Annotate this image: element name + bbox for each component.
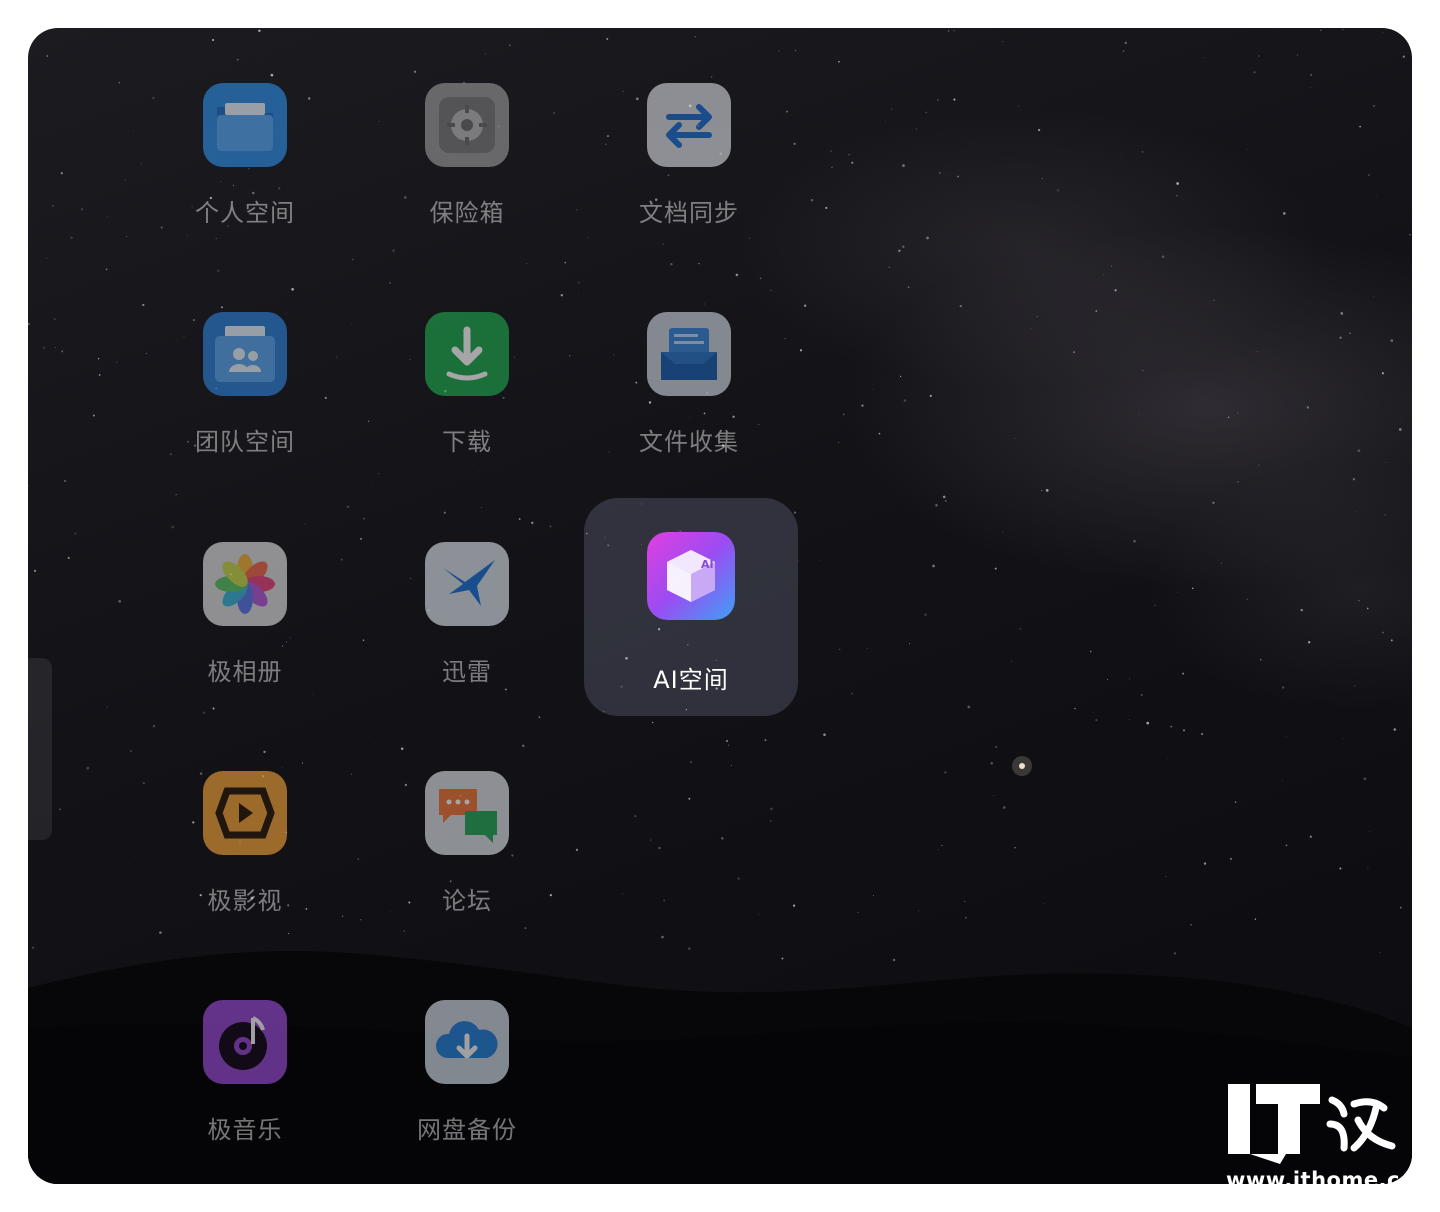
photo-flower-icon: [203, 542, 287, 626]
app-xunlei[interactable]: 迅雷: [367, 524, 567, 724]
file-tray-icon: [647, 312, 731, 396]
cloud-download-icon: [425, 1000, 509, 1084]
app-label: 团队空间: [195, 428, 295, 456]
app-label: 保险箱: [429, 199, 505, 227]
app-safe[interactable]: 保险箱: [367, 65, 567, 265]
app-label: 个人空间: [195, 199, 295, 227]
app-label: 极影视: [207, 887, 283, 915]
safe-icon: [425, 83, 509, 167]
app-label: AI空间: [653, 666, 729, 694]
app-label: 下载: [442, 428, 492, 456]
app-label: 文件收集: [639, 428, 739, 456]
sync-arrows-icon: [647, 83, 731, 167]
team-folder-icon: [203, 312, 287, 396]
app-label: 网盘备份: [417, 1116, 517, 1144]
chat-bubbles-icon: [425, 771, 509, 855]
ithome-watermark: www.ithome.com: [1226, 1080, 1437, 1200]
app-label: 论坛: [442, 887, 492, 915]
app-cloud-backup[interactable]: 网盘备份: [367, 982, 567, 1182]
app-download[interactable]: 下载: [367, 294, 567, 494]
ai-cube-icon: AI: [647, 532, 735, 620]
download-icon: [425, 312, 509, 396]
film-play-icon: [203, 771, 287, 855]
app-doc-sync[interactable]: 文档同步: [589, 65, 789, 265]
ithome-logo: [1228, 1084, 1396, 1164]
app-video[interactable]: 极影视: [145, 753, 345, 953]
nas-desktop: 个人空间 保险箱 文档同步 团队空间 下载 文件收集 极相册 迅雷 AI AI空…: [28, 28, 1412, 1184]
app-music[interactable]: 极音乐: [145, 982, 345, 1182]
app-label: 极音乐: [207, 1116, 283, 1144]
music-disc-icon: [203, 1000, 287, 1084]
app-team-space[interactable]: 团队空间: [145, 294, 345, 494]
app-ai-space[interactable]: AI AI空间: [584, 498, 798, 716]
app-photo-album[interactable]: 极相册: [145, 524, 345, 724]
app-file-collect[interactable]: 文件收集: [589, 294, 789, 494]
folder-icon: [203, 83, 287, 167]
ithome-url: www.ithome.com: [1226, 1168, 1438, 1192]
app-label: 迅雷: [442, 658, 492, 686]
app-forum[interactable]: 论坛: [367, 753, 567, 953]
app-label: 极相册: [207, 658, 283, 686]
app-personal-space[interactable]: 个人空间: [145, 65, 345, 265]
hummingbird-icon: [425, 542, 509, 626]
app-label: 文档同步: [639, 199, 739, 227]
side-drawer-handle[interactable]: [28, 658, 52, 840]
svg-text:AI: AI: [701, 558, 714, 571]
